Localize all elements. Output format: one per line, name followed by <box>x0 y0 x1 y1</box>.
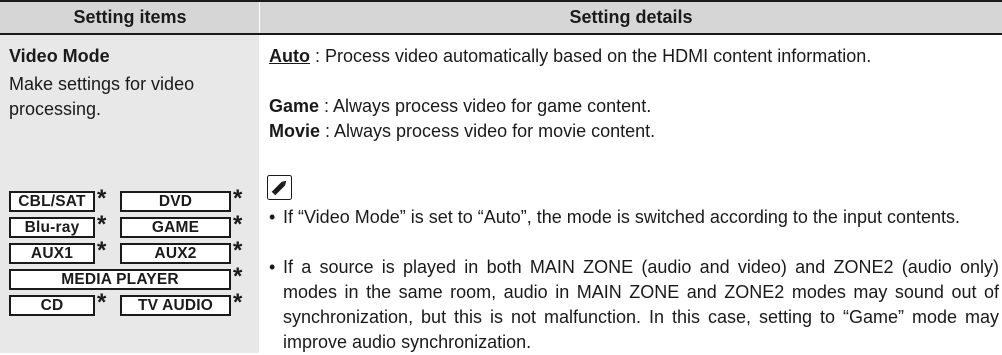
option-text-auto: : Process video automatically based on t… <box>309 46 872 66</box>
source-badge-aux1: AUX1 <box>9 243 95 264</box>
note-text: If “Video Mode” is set to “Auto”, the mo… <box>283 207 961 227</box>
header-setting-details: Setting details <box>569 7 693 27</box>
asterisk-mark: * <box>97 237 107 264</box>
asterisk-mark: * <box>97 211 107 238</box>
option-text-movie: : Always process video for movie content… <box>320 121 656 141</box>
asterisk-mark: * <box>97 289 107 316</box>
asterisk-mark: * <box>97 185 107 212</box>
source-badge-aux2: AUX2 <box>120 243 231 264</box>
source-badge-cbl-sat: CBL/SAT <box>9 191 95 212</box>
source-badge-media-player: MEDIA PLAYER <box>9 269 231 290</box>
option-game: Game : Always process video for game con… <box>269 94 999 119</box>
item-title: Video Mode <box>9 46 110 66</box>
source-badge-dvd: DVD <box>120 191 231 212</box>
setting-details-cell: Auto : Process video automatically based… <box>260 35 1002 353</box>
source-badge-cd: CD <box>9 295 95 316</box>
option-name-movie: Movie <box>269 121 321 141</box>
note-item: • If “Video Mode” is set to “Auto”, the … <box>269 205 999 230</box>
pencil-icon <box>267 175 292 200</box>
source-badge-blu-ray: Blu-ray <box>9 217 95 238</box>
setting-items-cell: Video Mode Make settings for video proce… <box>0 35 259 353</box>
asterisk-mark: * <box>233 289 243 316</box>
option-movie: Movie : Always process video for movie c… <box>269 119 999 144</box>
asterisk-mark: * <box>233 185 243 212</box>
table-header: Setting items Setting details <box>0 2 1002 35</box>
note-item: • If a source is played in both MAIN ZON… <box>269 255 999 355</box>
bullet-icon: • <box>269 207 276 227</box>
asterisk-mark: * <box>233 237 243 264</box>
bullet-icon: • <box>269 257 276 277</box>
settings-table: Setting items Setting details Video Mode… <box>0 0 1002 353</box>
source-badge-game: GAME <box>120 217 231 238</box>
asterisk-mark: * <box>233 263 243 290</box>
option-name-game: Game <box>269 96 320 116</box>
item-description: Make settings for video processing. <box>9 74 195 119</box>
header-setting-items: Setting items <box>73 7 187 27</box>
option-text-game: : Always process video for game content. <box>319 96 652 116</box>
option-auto: Auto : Process video automatically based… <box>269 44 999 69</box>
note-text: If a source is played in both MAIN ZONE … <box>283 257 999 352</box>
option-name-auto: Auto <box>269 46 310 66</box>
asterisk-mark: * <box>233 211 243 238</box>
source-badge-tv-audio: TV AUDIO <box>120 295 231 316</box>
